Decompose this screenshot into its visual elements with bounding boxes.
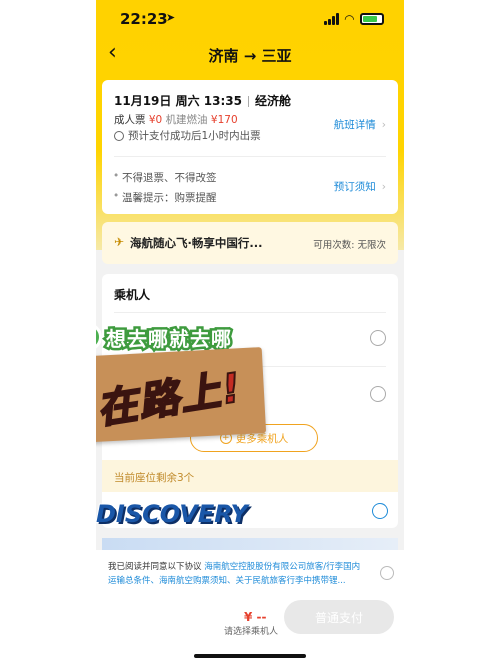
flight-card: 11月19日 周六 13:35 经济舱 成人票 ¥0 机建燃油 ¥170 预计支付…	[102, 80, 398, 214]
signal-icon	[323, 13, 339, 25]
battery-icon	[360, 13, 384, 25]
passenger-radio-2[interactable]	[370, 386, 386, 402]
promo-usage: 可用次数: 无限次	[313, 240, 386, 251]
cabin-class: 经济舱	[254, 94, 291, 108]
right-margin	[404, 0, 500, 667]
page-title: 济南 → 三亚	[208, 47, 292, 65]
status-icons: ◠	[323, 12, 384, 26]
nav-bar: ‹ 济南 → 三亚	[96, 38, 404, 74]
chevron-right-icon: ›	[381, 181, 386, 193]
passenger-radio-1[interactable]	[370, 330, 386, 346]
ticket-note-line: 预计支付成功后1小时内出票	[114, 128, 261, 143]
left-margin	[0, 0, 96, 667]
rule-refund: 不得退票、不得改签	[113, 170, 216, 185]
phone-screen: 22:23 ➤ ◠ ‹ 济南 → 三亚 11月19日 周六 13:35 经济舱 成…	[96, 0, 404, 667]
status-bar: 22:23 ➤ ◠	[96, 0, 404, 38]
flight-detail-link[interactable]: 航班详情 ›	[334, 117, 386, 132]
booking-notice-link[interactable]: 预订须知 ›	[334, 179, 386, 194]
pay-button[interactable]: 普通支付	[284, 600, 394, 634]
agreement-prefix: 我已阅读并同意以下协议	[108, 562, 202, 572]
flight-date-line: 11月19日 周六 13:35 经济舱	[114, 92, 291, 109]
status-time: 22:23	[120, 10, 168, 28]
location-icon: ➤	[166, 11, 176, 24]
flight-date: 11月19日 周六 13:35	[114, 94, 242, 108]
agreement-text: 我已阅读并同意以下协议 海南航空控股股份有限公司旅客/行李国内运输总条件、海南航…	[108, 560, 368, 588]
rule-reminder: 温馨提示：购票提醒	[113, 190, 216, 205]
passenger-heading: 乘机人	[114, 288, 151, 302]
total-price: ¥ --	[244, 610, 267, 624]
price-line: 成人票 ¥0 机建燃油 ¥170	[114, 112, 238, 127]
sticker-discovery: DISCOVERY	[96, 499, 249, 529]
adult-label: 成人票	[114, 114, 146, 126]
clock-icon	[114, 130, 124, 141]
seats-left: 当前座位剩余3个	[102, 460, 398, 492]
adult-price: ¥0	[148, 114, 163, 126]
plane-icon: ✈	[114, 235, 125, 249]
divider	[114, 312, 386, 313]
arrow-up-icon: ↑	[96, 323, 102, 351]
home-indicator	[194, 654, 306, 658]
tax-price: ¥170	[210, 114, 238, 126]
ticket-note: 预计支付成功后1小时内出票	[128, 130, 261, 142]
info-banner	[102, 538, 398, 550]
promo-card[interactable]: ✈ 海航随心飞·畅享中国行... 可用次数: 无限次	[102, 222, 398, 264]
chevron-right-icon: ›	[381, 119, 386, 131]
bottom-bar: 我已阅读并同意以下协议 海南航空控股股份有限公司旅客/行李国内运输总条件、海南航…	[96, 550, 404, 667]
promo-title: 海航随心飞·畅享中国行...	[130, 236, 263, 250]
wifi-icon: ◠	[344, 12, 354, 26]
price-hint: 请选择乘机人	[224, 627, 279, 637]
sticker-main-text: 在路上!	[96, 364, 246, 434]
divider	[114, 156, 386, 157]
tax-label: 机建燃油	[165, 114, 208, 126]
sticker-top-text: 想去哪就去哪	[104, 324, 234, 353]
contact-profile-icon[interactable]	[372, 503, 388, 519]
sticker-on-the-road: 在路上!	[96, 347, 267, 443]
agreement-checkbox[interactable]	[380, 566, 394, 580]
